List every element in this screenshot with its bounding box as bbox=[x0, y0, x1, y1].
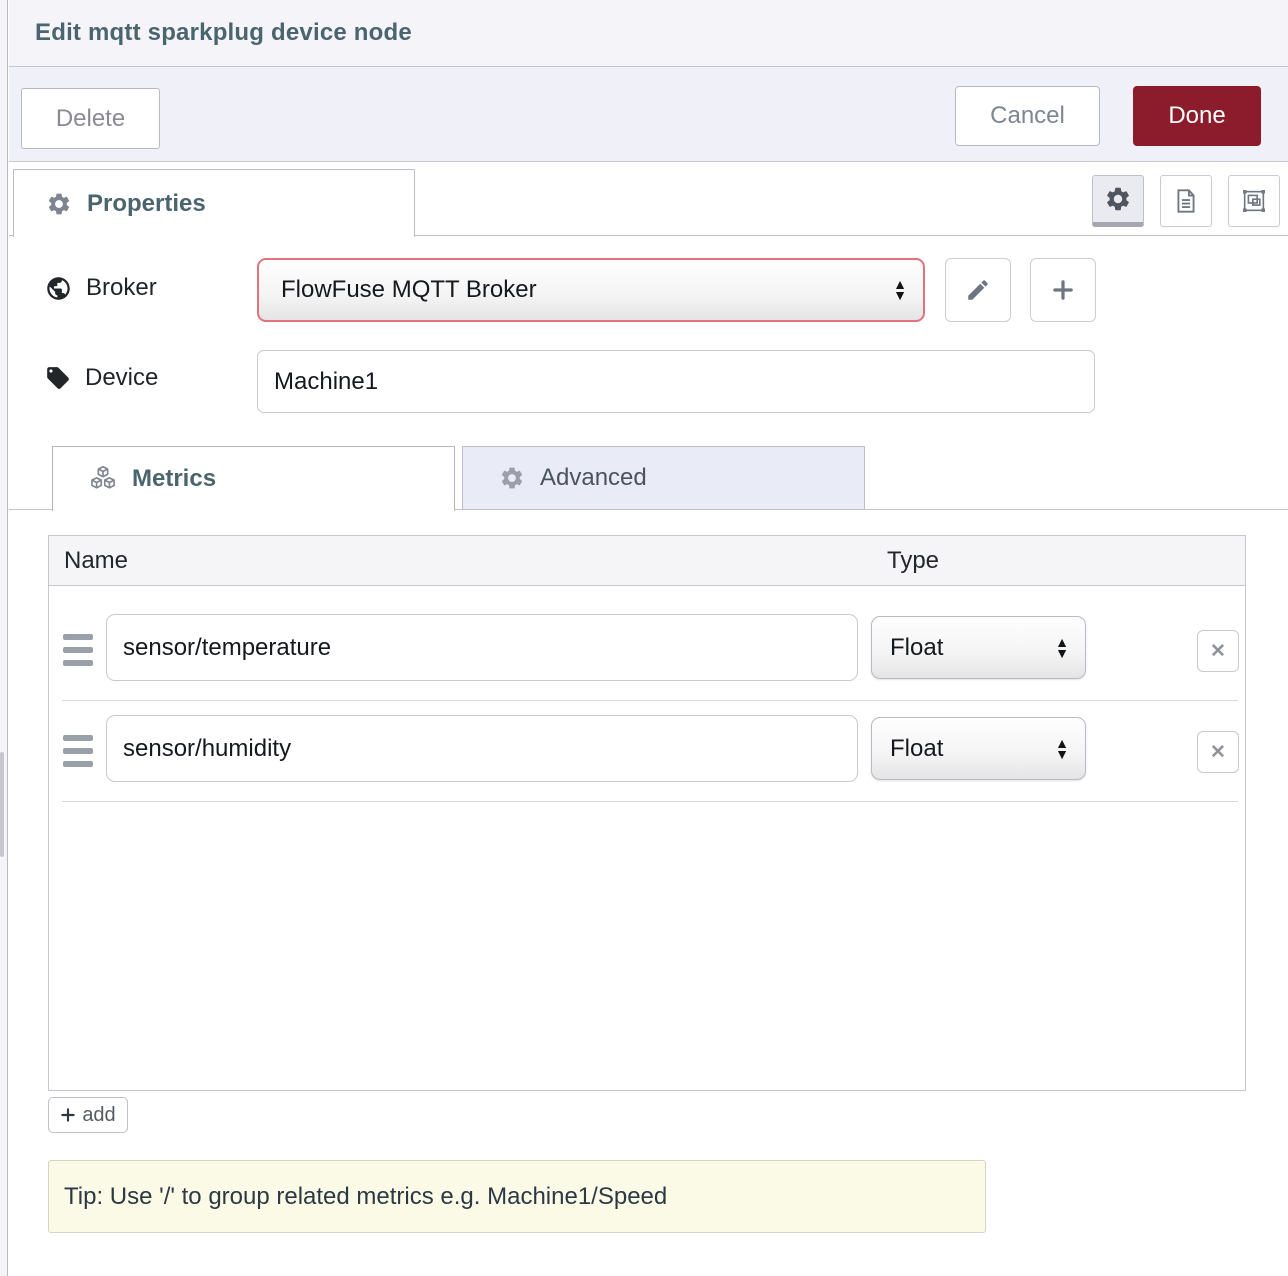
row-divider bbox=[62, 801, 1238, 802]
dialog-titlebar: Edit mqtt sparkplug device node bbox=[9, 0, 1288, 67]
plus-icon bbox=[1050, 277, 1076, 303]
metric-type-value: Float bbox=[890, 634, 1055, 662]
tag-icon bbox=[45, 365, 71, 391]
description-icon bbox=[1172, 187, 1200, 215]
pencil-icon bbox=[965, 277, 991, 303]
globe-icon bbox=[45, 275, 72, 302]
select-arrows-icon: ▲▼ bbox=[1055, 637, 1069, 659]
drag-handle[interactable] bbox=[63, 735, 93, 767]
tab-metrics[interactable]: Metrics bbox=[52, 446, 455, 511]
close-icon: ✕ bbox=[1210, 741, 1226, 764]
dialog-tabstrip: Properties bbox=[9, 162, 1288, 236]
tab-metrics-label: Metrics bbox=[132, 465, 216, 493]
tab-advanced-label: Advanced bbox=[540, 464, 647, 492]
gear-icon bbox=[499, 465, 525, 491]
metrics-table: Name Type Float ▲▼ ✕ bbox=[48, 535, 1246, 1091]
device-label: Device bbox=[85, 364, 158, 392]
tip-box: Tip: Use '/' to group related metrics e.… bbox=[48, 1160, 986, 1233]
metric-name-input[interactable] bbox=[106, 614, 858, 681]
properties-tray-button[interactable] bbox=[1092, 175, 1144, 227]
close-icon: ✕ bbox=[1210, 640, 1226, 663]
column-header-type: Type bbox=[887, 547, 939, 575]
description-tray-button[interactable] bbox=[1160, 175, 1212, 227]
gear-icon bbox=[1104, 185, 1132, 213]
cubes-icon bbox=[89, 465, 117, 493]
dialog-title: Edit mqtt sparkplug device node bbox=[35, 19, 412, 47]
plus-icon bbox=[60, 1107, 76, 1123]
broker-select-value: FlowFuse MQTT Broker bbox=[281, 276, 893, 304]
metric-row: Float ▲▼ ✕ bbox=[49, 701, 1245, 802]
delete-button[interactable]: Delete bbox=[21, 88, 160, 149]
broker-select[interactable]: FlowFuse MQTT Broker ▲▼ bbox=[257, 258, 925, 322]
device-label-row: Device bbox=[45, 364, 158, 392]
metrics-rows: Float ▲▼ ✕ Float ▲▼ ✕ bbox=[49, 586, 1245, 802]
metric-type-select[interactable]: Float ▲▼ bbox=[871, 616, 1086, 679]
gear-icon bbox=[46, 191, 72, 217]
select-arrows-icon: ▲▼ bbox=[1055, 738, 1069, 760]
metric-name-input[interactable] bbox=[106, 715, 858, 782]
column-header-name: Name bbox=[49, 547, 128, 575]
dialog-buttonbar: Delete Cancel Done bbox=[9, 67, 1288, 162]
tab-properties-label: Properties bbox=[87, 190, 206, 218]
metrics-table-header: Name Type bbox=[49, 536, 1245, 586]
editor-left-edge bbox=[0, 0, 8, 1276]
tab-advanced[interactable]: Advanced bbox=[462, 446, 865, 510]
add-metric-button[interactable]: add bbox=[48, 1097, 128, 1133]
add-metric-label: add bbox=[82, 1104, 115, 1127]
edit-broker-button[interactable] bbox=[945, 258, 1011, 322]
remove-row-button[interactable]: ✕ bbox=[1197, 731, 1239, 773]
metric-type-select[interactable]: Float ▲▼ bbox=[871, 717, 1086, 780]
tip-text: Tip: Use '/' to group related metrics e.… bbox=[64, 1183, 667, 1211]
group-icon bbox=[1240, 187, 1268, 215]
select-arrows-icon: ▲▼ bbox=[893, 279, 907, 301]
done-button[interactable]: Done bbox=[1133, 86, 1261, 146]
cancel-button[interactable]: Cancel bbox=[955, 86, 1100, 146]
broker-label-row: Broker bbox=[45, 274, 157, 302]
metric-row: Float ▲▼ ✕ bbox=[49, 600, 1245, 701]
node-red-editor: Edit mqtt sparkplug device node Delete C… bbox=[0, 0, 1288, 1276]
group-tray-button[interactable] bbox=[1228, 175, 1280, 227]
tab-properties[interactable]: Properties bbox=[13, 169, 415, 237]
device-input[interactable] bbox=[257, 350, 1095, 413]
drag-handle[interactable] bbox=[63, 634, 93, 666]
scrollbar-thumb[interactable] bbox=[0, 752, 4, 857]
broker-label: Broker bbox=[86, 274, 157, 302]
remove-row-button[interactable]: ✕ bbox=[1197, 630, 1239, 672]
metrics-tabstrip: Metrics Advanced bbox=[9, 446, 1288, 510]
metric-type-value: Float bbox=[890, 735, 1055, 763]
add-broker-button[interactable] bbox=[1030, 258, 1096, 322]
edit-node-dialog: Edit mqtt sparkplug device node Delete C… bbox=[9, 0, 1288, 1276]
